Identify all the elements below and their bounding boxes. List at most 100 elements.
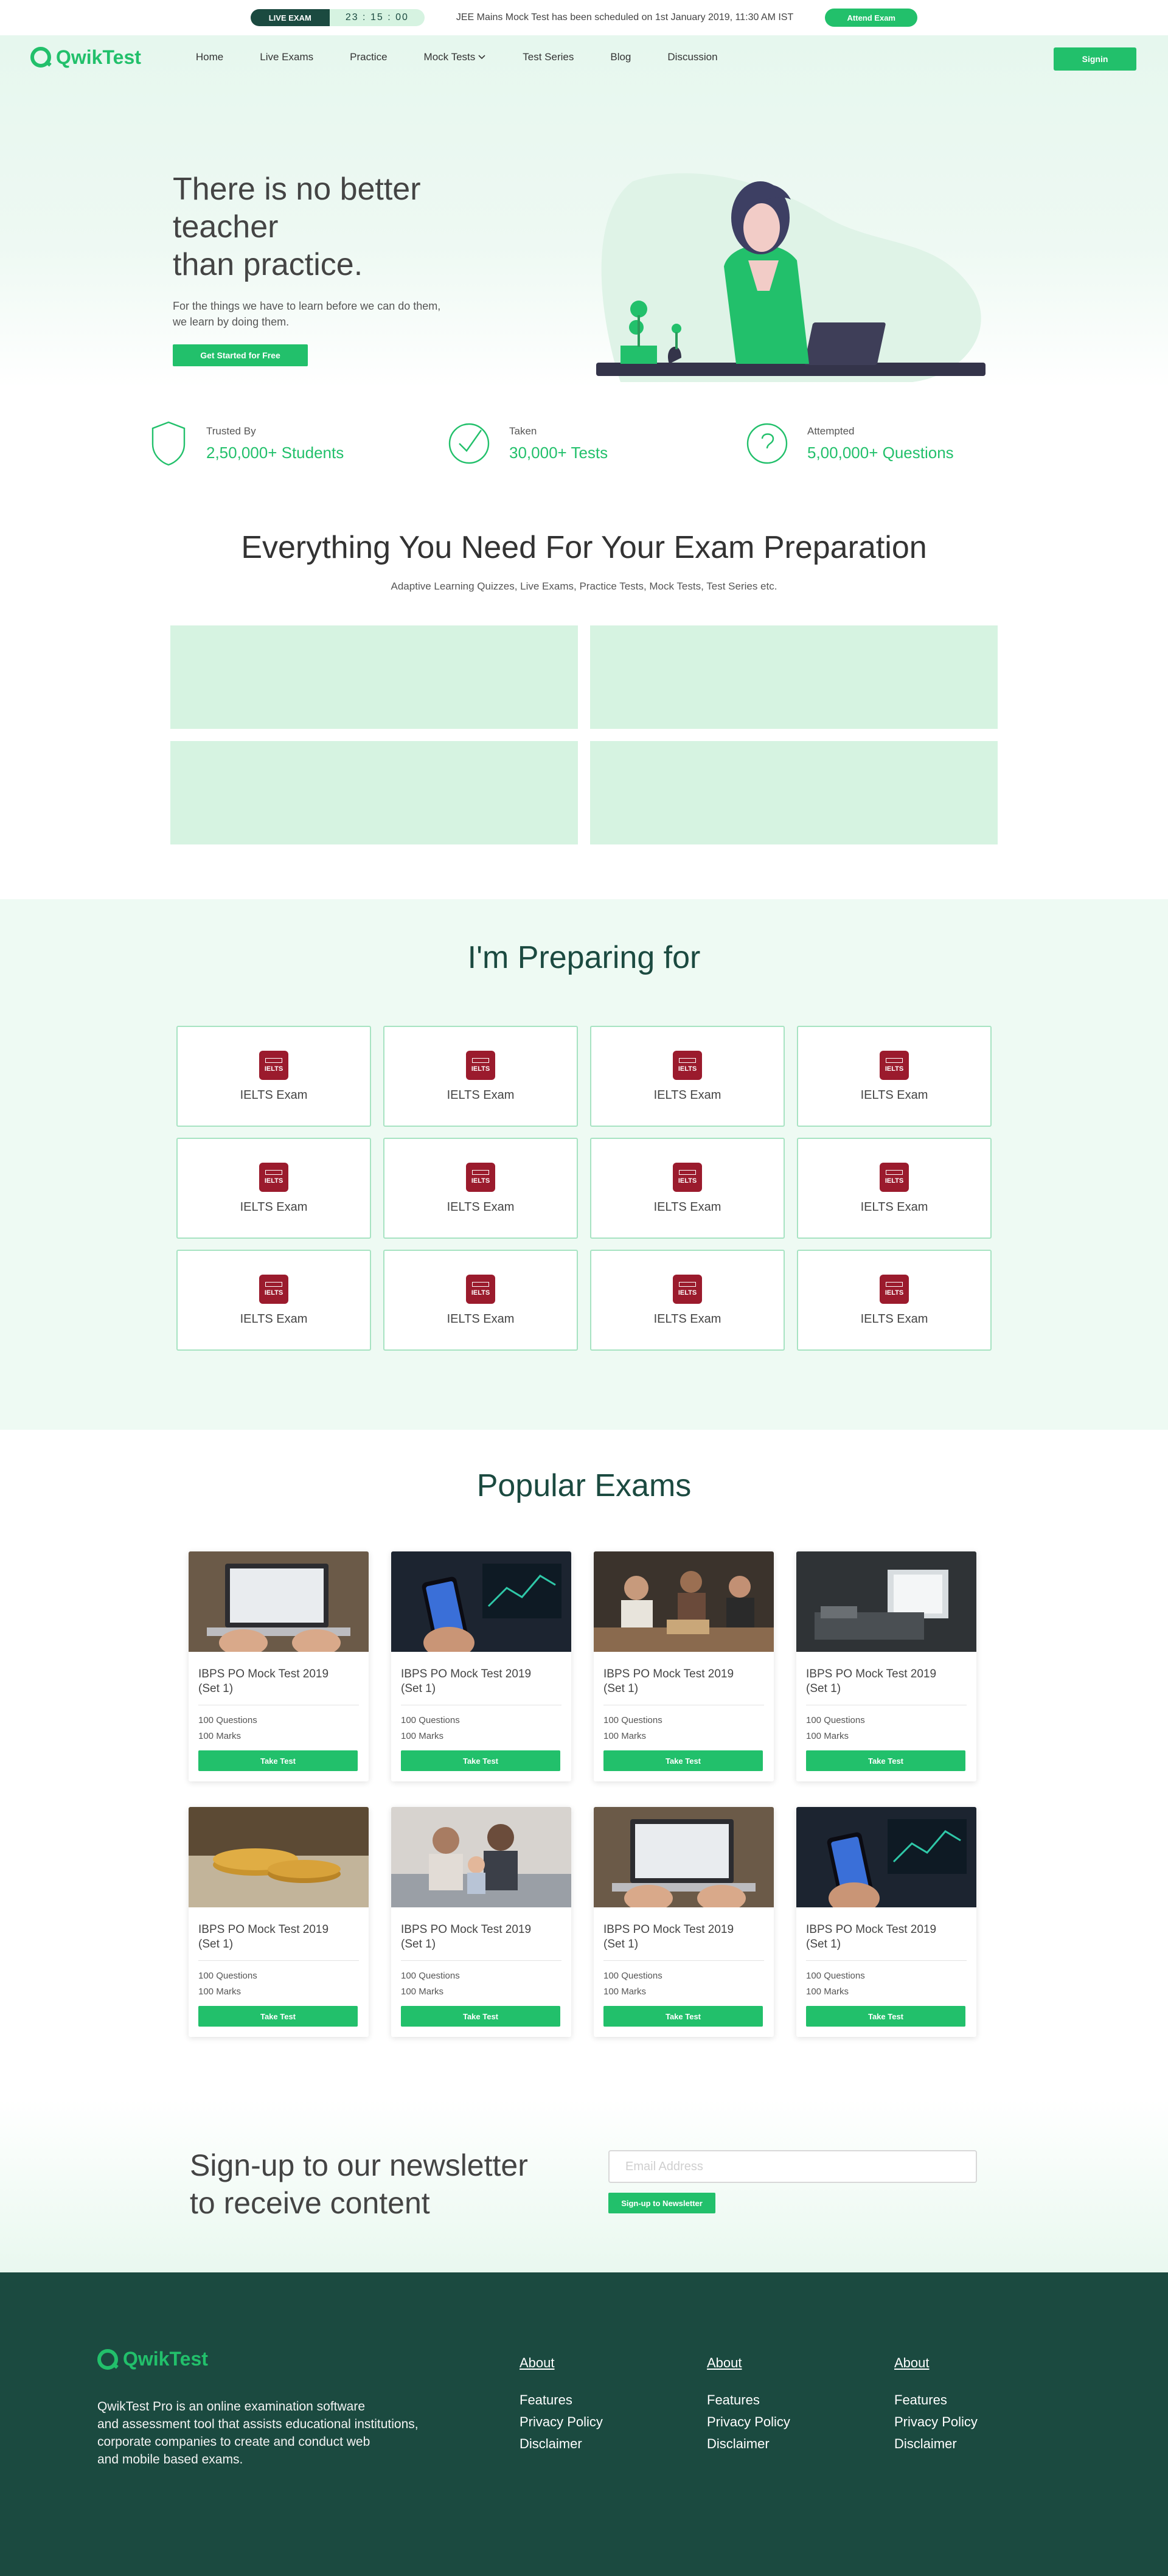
take-test-button[interactable]: Take Test [806,2006,965,2027]
ielts-logo-icon: IELTS [466,1162,495,1192]
footer-link-privacy[interactable]: Privacy Policy [894,2411,1052,2433]
exam-card-popular[interactable]: IBPS PO Mock Test 2019 (Set 1) 100 Questio… [189,1807,369,2037]
exam-name: IELTS Exam [653,1200,721,1214]
exam-card[interactable]: IELTS IELTS Exam [797,1250,992,1351]
exam-card[interactable]: IELTS IELTS Exam [383,1026,578,1127]
ielts-badge-text: IELTS [885,1289,904,1297]
take-test-button[interactable]: Take Test [603,1750,763,1771]
exam-card[interactable]: IELTS IELTS Exam [383,1138,578,1239]
take-test-button[interactable]: Take Test [603,2006,763,2027]
popular-title: Popular Exams [476,1468,692,1503]
email-input[interactable] [608,2150,977,2183]
nav-item-home[interactable]: Home [196,51,223,63]
exam-thumbnail [391,1551,571,1659]
stat-questions-text: Attempted 5,00,000+ Questions [807,425,954,462]
exam-card[interactable]: IELTS IELTS Exam [176,1250,371,1351]
exam-questions: 100 Questions [401,1715,460,1725]
footer-link-features[interactable]: Features [894,2389,1052,2411]
exam-card-popular[interactable]: IBPS PO Mock Test 2019 (Set 1) 100 Questio… [796,1551,976,1781]
question-icon [746,423,788,464]
exam-card[interactable]: IELTS IELTS Exam [383,1250,578,1351]
exam-card[interactable]: IELTS IELTS Exam [590,1250,785,1351]
exam-title: IBPS PO Mock Test 2019 (Set 1) [603,1923,764,1952]
exam-card-popular[interactable]: IBPS PO Mock Test 2019 (Set 1) 100 Questio… [391,1551,571,1781]
footer-link-disclaimer[interactable]: Disclaimer [894,2433,1052,2455]
exam-card[interactable]: IELTS IELTS Exam [590,1138,785,1239]
newsletter-title: Sign-up to our newsletter to receive con… [190,2146,555,2222]
exam-title: IBPS PO Mock Test 2019 (Set 1) [806,1667,967,1696]
hero-subtitle-line1: For the things we have to learn before w… [173,300,441,312]
preparing-title: I'm Preparing for [467,940,701,975]
nav-item-mock-tests[interactable]: Mock Tests [424,51,487,63]
attend-exam-button[interactable]: Attend Exam [825,9,918,27]
exam-title-line2: (Set 1) [401,1938,436,1951]
get-started-button[interactable]: Get Started for Free [173,344,308,366]
ielts-logo-icon: IELTS [880,1274,909,1304]
exam-marks: 100 Marks [198,1731,242,1741]
exam-card-popular[interactable]: IBPS PO Mock Test 2019 (Set 1) 100 Questio… [594,1807,774,2037]
exam-card[interactable]: IELTS IELTS Exam [176,1026,371,1127]
footer-link-disclaimer[interactable]: Disclaimer [707,2433,865,2455]
nav-item-discussion[interactable]: Discussion [667,51,717,63]
exam-card[interactable]: IELTS IELTS Exam [590,1026,785,1127]
exam-questions: 100 Questions [603,1971,662,1981]
footer-heading-about[interactable]: About [520,2355,678,2371]
exam-card[interactable]: IELTS IELTS Exam [176,1138,371,1239]
logo[interactable]: QwikTest [30,46,141,69]
preparing-section: I'm Preparing for IELTS IELTS Exam IELTS I… [0,899,1168,1430]
footer-link-privacy[interactable]: Privacy Policy [520,2411,678,2433]
footer-logo[interactable]: QwikTest [97,2348,208,2370]
take-test-button[interactable]: Take Test [806,1750,965,1771]
take-test-button[interactable]: Take Test [198,1750,358,1771]
footer-heading-about[interactable]: About [707,2355,865,2371]
exam-card-popular[interactable]: IBPS PO Mock Test 2019 (Set 1) 100 Questio… [391,1807,571,2037]
page: LIVE EXAM 23 : 15 : 00 JEE Mains Mock Te… [0,0,1168,2576]
newsletter-signup-button[interactable]: Sign-up to Newsletter [608,2193,715,2213]
exam-questions: 100 Questions [198,1715,257,1725]
exam-card-body: IBPS PO Mock Test 2019 (Set 1) 100 Questio… [189,1910,369,2037]
exam-card[interactable]: IELTS IELTS Exam [797,1138,992,1239]
take-test-button[interactable]: Take Test [198,2006,358,2027]
hero-illustration [596,173,985,382]
exam-grid: IELTS IELTS Exam IELTS IELTS Exam IELTS IEL… [176,1026,992,1351]
exam-title-line1: IBPS PO Mock Test 2019 [603,1923,734,1936]
exam-card-popular[interactable]: IBPS PO Mock Test 2019 (Set 1) 100 Questio… [594,1551,774,1781]
nav-item-live-exams[interactable]: Live Exams [260,51,313,63]
take-test-button[interactable]: Take Test [401,2006,560,2027]
stat-questions-label: Attempted [807,425,855,437]
footer-link-features[interactable]: Features [707,2389,865,2411]
feature-card[interactable] [590,741,998,844]
exam-name: IELTS Exam [240,1312,308,1326]
logo-icon [30,47,51,68]
exam-name: IELTS Exam [447,1312,515,1326]
feature-card[interactable] [170,741,578,844]
hero-section: QwikTest Home Live Exams Practice Mock T… [0,35,1168,388]
nav-item-test-series[interactable]: Test Series [523,51,574,63]
footer-link-disclaimer[interactable]: Disclaimer [520,2433,678,2455]
divider [401,1960,561,1961]
ielts-badge-text: IELTS [264,1177,283,1185]
divider [198,1960,359,1961]
feature-card[interactable] [590,625,998,729]
exam-title-line1: IBPS PO Mock Test 2019 [401,1668,532,1680]
newsletter-section: Sign-up to our newsletter to receive con… [0,2099,1168,2272]
newsletter-title-line2: to receive content [190,2186,430,2220]
nav-item-practice[interactable]: Practice [350,51,387,63]
stat-students-label: Trusted By [206,425,256,437]
stat-students-text: Trusted By 2,50,000+ Students [206,425,344,462]
footer-link-features[interactable]: Features [520,2389,678,2411]
exam-card[interactable]: IELTS IELTS Exam [797,1026,992,1127]
exam-card-popular[interactable]: IBPS PO Mock Test 2019 (Set 1) 100 Questio… [796,1807,976,2037]
footer-heading-about[interactable]: About [894,2355,1052,2371]
logo-icon [97,2348,118,2370]
hero-text: There is no better teacher than practice… [173,170,513,366]
feature-card[interactable] [170,625,578,729]
exam-name: IELTS Exam [860,1088,928,1102]
stats-row: Trusted By 2,50,000+ Students Taken 30,0… [0,420,1168,467]
exam-marks: 100 Marks [401,1731,444,1741]
signin-button[interactable]: Signin [1054,47,1136,71]
exam-card-popular[interactable]: IBPS PO Mock Test 2019 (Set 1) 100 Questio… [189,1551,369,1781]
nav-item-blog[interactable]: Blog [610,51,631,63]
take-test-button[interactable]: Take Test [401,1750,560,1771]
footer-link-privacy[interactable]: Privacy Policy [707,2411,865,2433]
